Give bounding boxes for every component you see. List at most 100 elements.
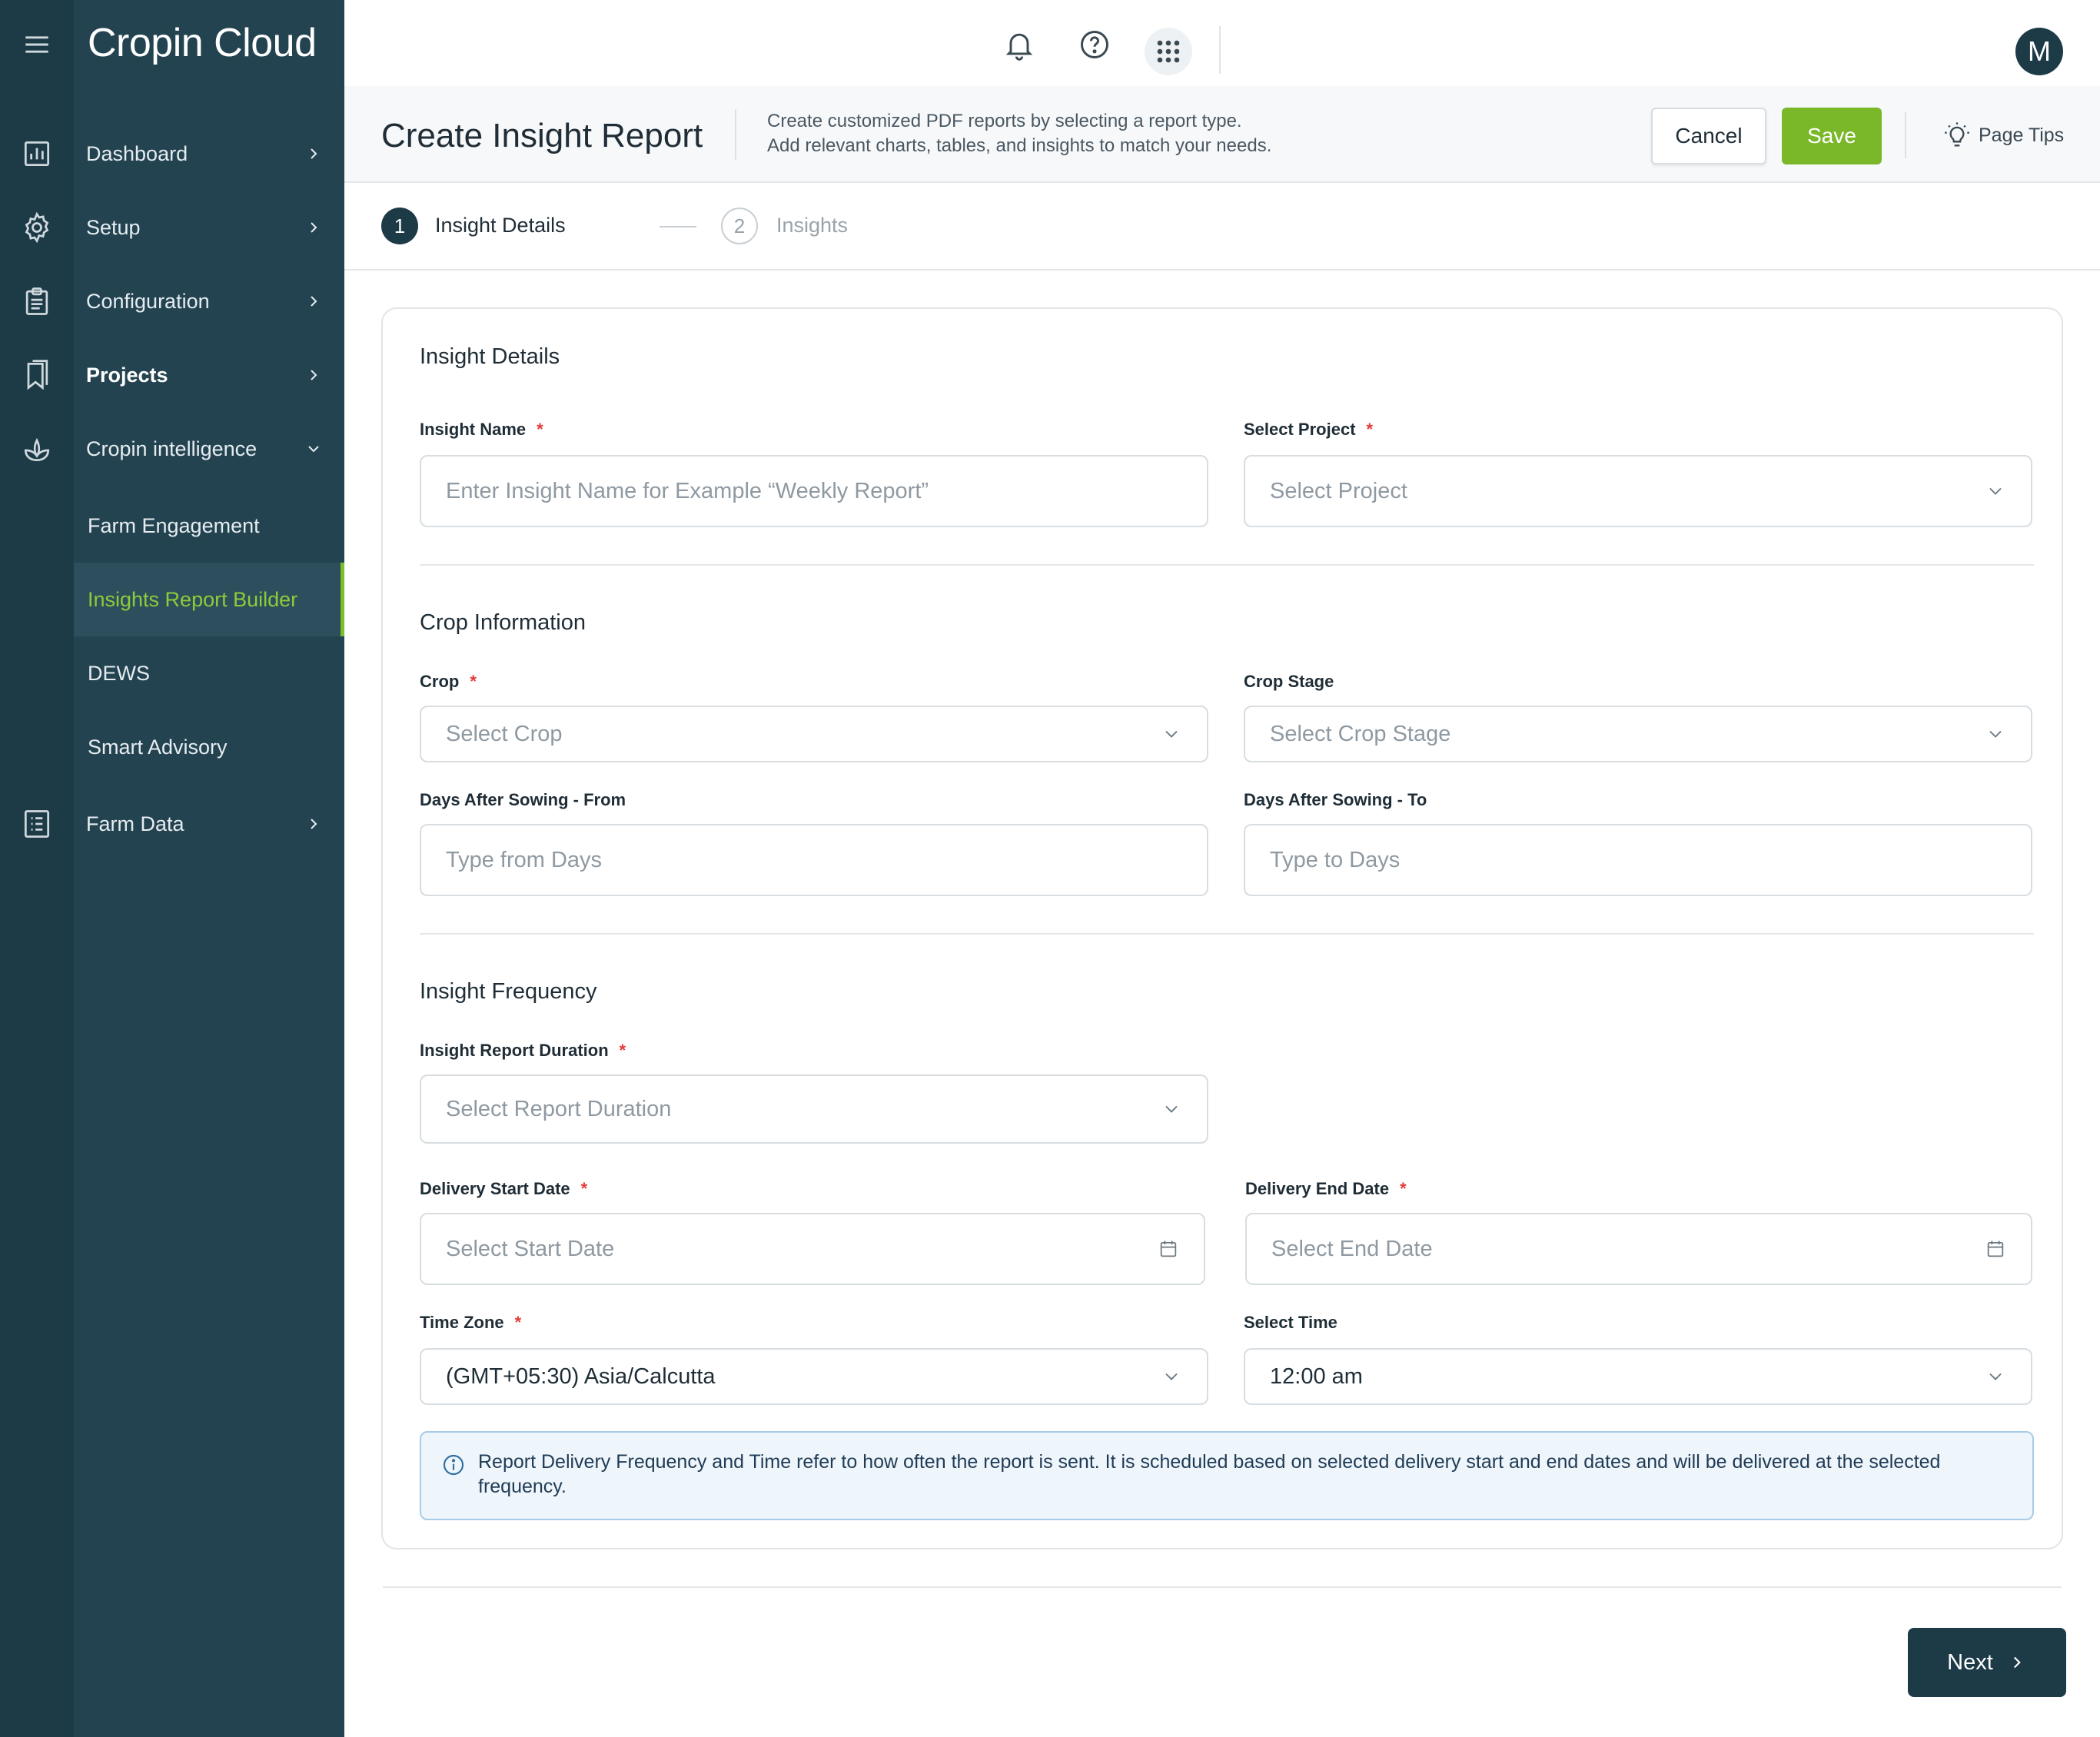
- required-asterisk: *: [619, 1041, 626, 1060]
- dashboard-icon[interactable]: [18, 135, 55, 172]
- field-label-text: Days After Sowing - To: [1244, 790, 1427, 809]
- das-to-input[interactable]: Type to Days: [1244, 824, 2032, 896]
- cancel-button[interactable]: Cancel: [1651, 108, 1766, 164]
- page-tips-button[interactable]: Page Tips: [1942, 120, 2064, 151]
- chevron-down-icon: [1165, 1373, 1178, 1380]
- main-content: Insight Details Insight Name * Enter Insi…: [344, 271, 2100, 1737]
- sidebar-subitem-dews[interactable]: DEWS: [74, 636, 344, 710]
- bookmark-icon[interactable]: [18, 357, 55, 394]
- app-logo[interactable]: Cropin Cloud: [88, 20, 317, 66]
- sidebar-item-farm-data[interactable]: Farm Data: [74, 787, 344, 861]
- field-label-text: Select Time: [1244, 1313, 1337, 1332]
- input-placeholder: Enter Insight Name for Example “Weekly R…: [446, 478, 929, 503]
- select-time-dropdown[interactable]: 12:00 am: [1244, 1348, 2032, 1405]
- select-time-label: Select Time: [1244, 1313, 1337, 1333]
- chevron-right-icon: [311, 370, 317, 380]
- chevron-down-icon: [1165, 1105, 1178, 1113]
- das-from-label: Days After Sowing - From: [420, 790, 626, 810]
- help-question-icon[interactable]: [1075, 25, 1115, 65]
- required-asterisk: *: [537, 420, 543, 439]
- input-placeholder: Type to Days: [1270, 847, 1401, 872]
- field-label-text: Crop Stage: [1244, 672, 1334, 691]
- sidebar-item-cropin-intelligence[interactable]: Cropin intelligence: [74, 412, 344, 486]
- sidebar-item-configuration[interactable]: Configuration: [74, 264, 344, 338]
- sidebar-item-label: Smart Advisory: [88, 735, 228, 759]
- section-divider: [420, 933, 2034, 935]
- sidebar-item-label: Cropin intelligence: [86, 437, 258, 460]
- crop-stage-dropdown[interactable]: Select Crop Stage: [1244, 706, 2032, 762]
- das-to-label: Days After Sowing - To: [1244, 790, 1427, 810]
- sidebar-item-setup[interactable]: Setup: [74, 191, 344, 264]
- insight-form-card: Insight Details Insight Name * Enter Insi…: [381, 307, 2063, 1549]
- list-document-icon[interactable]: [18, 805, 55, 842]
- required-asterisk: *: [580, 1179, 588, 1198]
- page-title: Create Insight Report: [381, 117, 703, 154]
- sidebar-item-label: Setup: [86, 215, 141, 239]
- timezone-label: Time Zone *: [420, 1313, 521, 1333]
- section-divider: [420, 564, 2034, 566]
- chevron-down-icon: [308, 446, 319, 453]
- field-label-text: Delivery Start Date: [420, 1179, 570, 1198]
- crop-label: Crop *: [420, 672, 477, 692]
- start-date-picker[interactable]: Select Start Date: [420, 1213, 1205, 1285]
- insight-name-input[interactable]: Enter Insight Name for Example “Weekly R…: [420, 455, 1208, 527]
- header-divider: [1905, 112, 1906, 158]
- next-button[interactable]: Next: [1908, 1628, 2066, 1697]
- topbar-divider: [1219, 26, 1221, 74]
- dropdown-placeholder: Select Crop Stage: [1270, 721, 1451, 746]
- section-title-insight-details: Insight Details: [420, 344, 560, 369]
- notification-bell-icon[interactable]: [999, 25, 1039, 65]
- lightbulb-icon: [1945, 122, 1969, 147]
- hamburger-menu-icon[interactable]: [18, 26, 55, 63]
- chevron-right-icon: [311, 222, 317, 233]
- dropdown-placeholder: Select Report Duration: [446, 1096, 672, 1121]
- field-label-text: Delivery End Date: [1245, 1179, 1390, 1198]
- clipboard-icon[interactable]: [18, 283, 55, 320]
- info-banner-text: Report Delivery Frequency and Time refer…: [478, 1451, 1941, 1497]
- settings-gear-icon[interactable]: [18, 209, 55, 246]
- chevron-right-icon: [311, 296, 317, 307]
- step-connector: [660, 226, 696, 228]
- report-duration-dropdown[interactable]: Select Report Duration: [420, 1074, 1208, 1144]
- dropdown-value: 12:00 am: [1270, 1363, 1363, 1389]
- input-placeholder: Type from Days: [446, 847, 603, 872]
- step-1-indicator[interactable]: 1: [381, 208, 418, 244]
- end-date-label: Delivery End Date *: [1245, 1179, 1407, 1199]
- input-placeholder: Select End Date: [1271, 1236, 1433, 1261]
- field-label-text: Select Project: [1244, 420, 1356, 439]
- info-banner: Report Delivery Frequency and Time refer…: [420, 1431, 2034, 1520]
- das-from-input[interactable]: Type from Days: [420, 824, 1208, 896]
- sidebar-item-label: Projects: [86, 363, 168, 387]
- calendar-icon[interactable]: [1158, 1238, 1179, 1260]
- select-project-dropdown[interactable]: Select Project: [1244, 455, 2032, 527]
- step-1-label[interactable]: Insight Details: [435, 214, 566, 237]
- sidebar-item-dashboard[interactable]: Dashboard: [74, 117, 344, 191]
- user-avatar[interactable]: M: [2015, 28, 2063, 75]
- field-label-text: Days After Sowing - From: [420, 790, 626, 809]
- sidebar-item-projects[interactable]: Projects: [74, 338, 344, 412]
- sidebar-subitem-farm-engagement[interactable]: Farm Engagement: [74, 489, 344, 563]
- top-bar: [344, 0, 2100, 86]
- timezone-dropdown[interactable]: (GMT+05:30) Asia/Calcutta: [420, 1348, 1208, 1405]
- field-label-text: Time Zone: [420, 1313, 504, 1332]
- sidebar-rail: [0, 0, 74, 1737]
- chevron-down-icon: [1989, 487, 2002, 495]
- plant-icon[interactable]: [18, 430, 55, 467]
- end-date-picker[interactable]: Select End Date: [1245, 1213, 2032, 1285]
- select-project-label: Select Project *: [1244, 420, 1373, 440]
- page-description-line: Add relevant charts, tables, and insight…: [767, 135, 1272, 156]
- section-title-insight-frequency: Insight Frequency: [420, 979, 597, 1004]
- sidebar-item-label: DEWS: [88, 661, 150, 685]
- sidebar-subitem-insights-report-builder[interactable]: Insights Report Builder: [74, 563, 344, 636]
- save-button[interactable]: Save: [1782, 108, 1882, 164]
- step-2-label[interactable]: Insights: [776, 214, 848, 237]
- field-label-text: Insight Report Duration: [420, 1041, 609, 1060]
- dropdown-value: (GMT+05:30) Asia/Calcutta: [446, 1363, 716, 1389]
- calendar-icon[interactable]: [1985, 1238, 2006, 1260]
- app-grid-icon[interactable]: [1145, 28, 1192, 75]
- step-2-indicator[interactable]: 2: [721, 208, 758, 244]
- crop-dropdown[interactable]: Select Crop: [420, 706, 1208, 762]
- chevron-down-icon: [1989, 1373, 2002, 1380]
- stepper: 1 Insight Details 2 Insights: [344, 183, 2100, 271]
- sidebar-subitem-smart-advisory[interactable]: Smart Advisory: [74, 710, 344, 784]
